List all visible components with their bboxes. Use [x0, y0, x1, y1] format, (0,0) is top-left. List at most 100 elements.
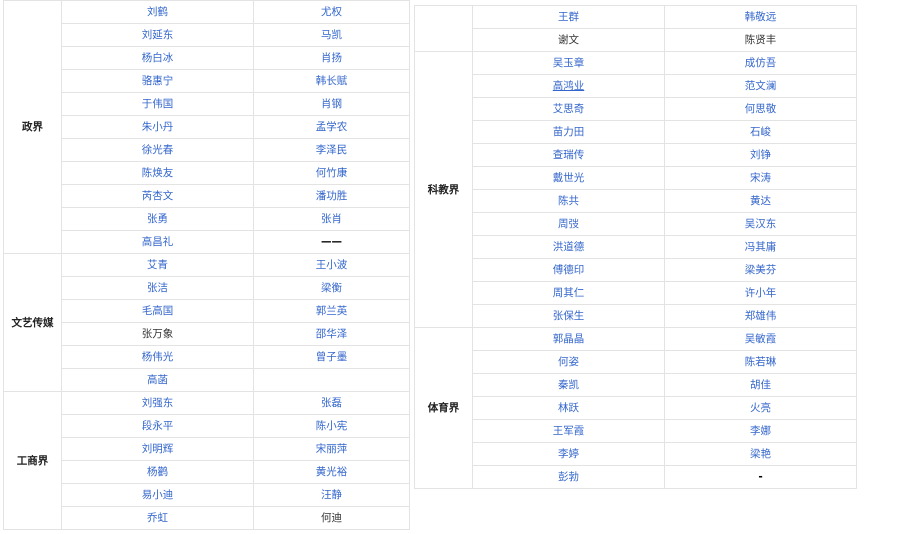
person-link[interactable]: 郭兰英 — [253, 299, 410, 323]
person-link[interactable]: 冯其庸 — [664, 235, 857, 259]
person-link[interactable]: 芮杏文 — [61, 184, 254, 208]
person-link[interactable]: 郭晶晶 — [472, 327, 665, 351]
person-link[interactable]: 成仿吾 — [664, 51, 857, 75]
person-link[interactable]: 秦凯 — [472, 373, 665, 397]
person-link[interactable]: 汪静 — [253, 483, 410, 507]
person-link[interactable]: 陈焕友 — [61, 161, 254, 185]
person-link[interactable]: 韩敬远 — [664, 5, 857, 29]
person-link[interactable]: 苗力田 — [472, 120, 665, 144]
person-link[interactable]: 梁艳 — [664, 442, 857, 466]
person-link[interactable]: 吴玉章 — [472, 51, 665, 75]
person-link[interactable]: 宋涛 — [664, 166, 857, 190]
person-link[interactable]: 潘功胜 — [253, 184, 410, 208]
person-link[interactable]: 彭勃 — [472, 465, 665, 489]
person-link[interactable]: 何思敬 — [664, 97, 857, 121]
person-link[interactable]: 马凯 — [253, 23, 410, 47]
person-link[interactable]: 黄达 — [664, 189, 857, 213]
person-link[interactable]: 杨伟光 — [61, 345, 254, 369]
table-row: 张万象 邵华泽 — [4, 322, 410, 346]
person-link[interactable]: 王群 — [472, 5, 665, 29]
person-link[interactable]: 高鸿业 — [472, 74, 665, 98]
table-row: 易小迪 汪静 — [4, 483, 410, 507]
person-link[interactable]: 高昌礼 — [61, 230, 254, 254]
person-link[interactable]: 李泽民 — [253, 138, 410, 162]
person-link[interactable]: 毛高国 — [61, 299, 254, 323]
table-body: 政界 刘鹤 尤权 刘延东 马凯 杨白冰 肖扬 骆惠宁 韩长赋 于伟国 肖钢 朱小丹 孟学农 徐光春 李泽民陈… — [3, 0, 410, 530]
person-link[interactable]: 吴汉东 — [664, 212, 857, 236]
person-link[interactable]: 刘延东 — [61, 23, 254, 47]
table-row: 刘明辉 宋丽萍 — [4, 437, 410, 461]
person-link[interactable]: 胡佳 — [664, 373, 857, 397]
person-link[interactable]: 孟学农 — [253, 115, 410, 139]
person-link[interactable]: 李婷 — [472, 442, 665, 466]
person-link[interactable]: 乔虹 — [61, 506, 254, 530]
person-link[interactable]: 吴敏霞 — [664, 327, 857, 351]
person-link[interactable]: 杨白冰 — [61, 46, 254, 70]
person-link[interactable]: 何竹康 — [253, 161, 410, 185]
person-link[interactable]: 周弢 — [472, 212, 665, 236]
person-link[interactable]: 朱小丹 — [61, 115, 254, 139]
person-link[interactable]: 宋丽萍 — [253, 437, 410, 461]
person-link[interactable]: 火亮 — [664, 396, 857, 420]
person-link[interactable]: 高菡 — [61, 368, 254, 392]
person-link[interactable]: 陈共 — [472, 189, 665, 213]
person-link[interactable]: 徐光春 — [61, 138, 254, 162]
person-link[interactable]: 洪道德 — [472, 235, 665, 259]
person-link[interactable]: 李娜 — [664, 419, 857, 443]
person-link[interactable]: 杨鹳 — [61, 460, 254, 484]
person-link[interactable]: 韩长赋 — [253, 69, 410, 93]
person-link[interactable]: 何姿 — [472, 350, 665, 374]
person-link[interactable]: 刘强东 — [61, 391, 254, 415]
table-row: 于伟国 肖钢 — [4, 92, 410, 116]
person-link[interactable]: 张磊 — [253, 391, 410, 415]
table-row: 谢文 陈贤丰 — [415, 28, 857, 52]
person-link[interactable]: 周其仁 — [472, 281, 665, 305]
person-link[interactable]: 肖钢 — [253, 92, 410, 116]
table-row: 骆惠宁 韩长赋 — [4, 69, 410, 93]
person-link[interactable]: 郑雄伟 — [664, 304, 857, 328]
person-link[interactable]: 王小波 — [253, 253, 410, 277]
person-link[interactable]: 于伟国 — [61, 92, 254, 116]
person-link[interactable]: 邵华泽 — [253, 322, 410, 346]
person-link[interactable]: 陈小宪 — [253, 414, 410, 438]
person-link[interactable]: 艾青 — [61, 253, 254, 277]
person-link[interactable]: 肖扬 — [253, 46, 410, 70]
person-link[interactable]: 林跃 — [472, 396, 665, 420]
person-link[interactable]: 张肖 — [253, 207, 410, 231]
table-row: 文艺传媒 艾青 王小波 — [3, 253, 410, 392]
person-link[interactable]: 张勇 — [61, 207, 254, 231]
person-cell: - — [664, 465, 857, 489]
person-link[interactable]: 刘鹤 — [61, 0, 254, 24]
category-label: 政界 — [3, 0, 62, 254]
person-link[interactable]: 梁美芬 — [664, 258, 857, 282]
person-link[interactable]: 尤权 — [253, 0, 410, 24]
person-link[interactable]: 张洁 — [61, 276, 254, 300]
person-link[interactable]: 陈若琳 — [664, 350, 857, 374]
person-cell: 谢文 — [472, 28, 665, 52]
person-link[interactable]: 戴世光 — [472, 166, 665, 190]
category-label: 科教界 — [414, 51, 473, 328]
category-label — [414, 5, 473, 52]
person-link[interactable]: 黄光裕 — [253, 460, 410, 484]
table-row: 杨鹳 黄光裕 — [4, 460, 410, 484]
person-link[interactable]: 许小年 — [664, 281, 857, 305]
table-row: 张保生 郑雄伟 — [415, 304, 857, 328]
person-link[interactable]: 曾子墨 — [253, 345, 410, 369]
person-link[interactable]: 张保生 — [472, 304, 665, 328]
person-link[interactable]: 梁衡 — [253, 276, 410, 300]
person-link[interactable]: 刘铮 — [664, 143, 857, 167]
person-link[interactable]: 骆惠宁 — [61, 69, 254, 93]
person-link[interactable]: 易小迪 — [61, 483, 254, 507]
table-row: 刘延东 马凯 — [4, 23, 410, 47]
person-link[interactable]: 范文澜 — [664, 74, 857, 98]
person-link[interactable]: 艾思奇 — [472, 97, 665, 121]
person-link[interactable]: 傅德印 — [472, 258, 665, 282]
person-link[interactable]: 刘明辉 — [61, 437, 254, 461]
table-row: 政界 刘鹤 尤权 — [3, 0, 410, 254]
person-link[interactable]: 石峻 — [664, 120, 857, 144]
person-link[interactable]: 查瑞传 — [472, 143, 665, 167]
person-link[interactable]: 王军霞 — [472, 419, 665, 443]
table-row: 查瑞传 刘铮 — [415, 143, 857, 167]
alumni-table-right: 王群 韩敬远 谢文 陈贤丰 科教界 吴玉章 成仿吾 高鸿业 范文澜 艾思奇 何思敬 苗力田 石峻 查瑞传刘… — [414, 5, 857, 489]
person-link[interactable]: 段永平 — [61, 414, 254, 438]
